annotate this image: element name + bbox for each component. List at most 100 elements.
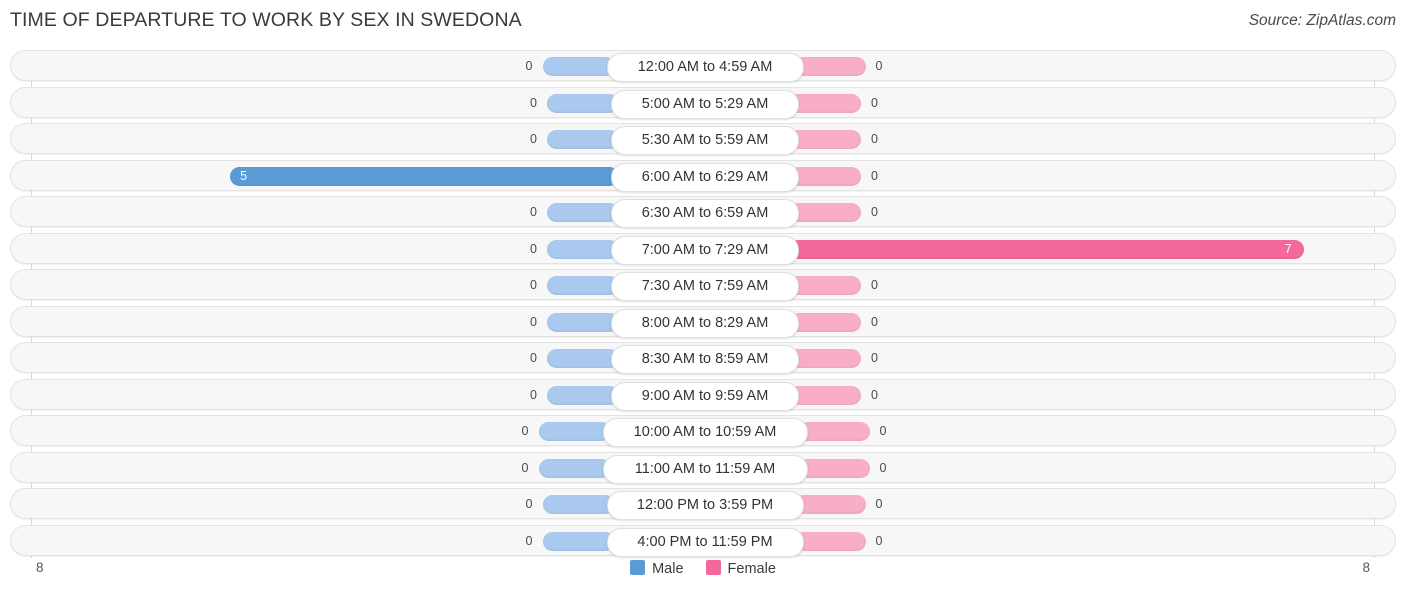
bar-female[interactable] bbox=[793, 495, 866, 515]
bar-female-value: 0 bbox=[871, 168, 878, 183]
category-label: 5:30 AM to 5:59 AM bbox=[611, 126, 799, 156]
table-row[interactable]: 0 0 7:30 AM to 7:59 AM bbox=[10, 269, 1397, 302]
bar-female-value: 0 bbox=[871, 205, 878, 220]
bar-female[interactable] bbox=[789, 93, 861, 113]
bar-female-value: 0 bbox=[875, 59, 883, 73]
bar-female-value: 7 bbox=[1284, 241, 1292, 256]
table-row[interactable]: 0 0 8:00 AM to 8:29 AM bbox=[10, 305, 1397, 338]
bar-female[interactable] bbox=[789, 312, 861, 332]
bar-male-value: 0 bbox=[525, 497, 533, 512]
bar-male-value: 0 bbox=[525, 59, 533, 73]
category-label: 11:00 AM to 11:59 AM bbox=[602, 454, 808, 484]
bar-male[interactable] bbox=[547, 349, 619, 369]
bar-male[interactable] bbox=[542, 57, 615, 76]
bar-male[interactable] bbox=[542, 495, 615, 515]
bar-female-value: 0 bbox=[879, 424, 887, 439]
table-row[interactable]: 0 0 6:30 AM to 6:59 AM bbox=[10, 196, 1397, 229]
bar-male-value: 0 bbox=[530, 387, 537, 402]
legend-label: Male bbox=[652, 560, 684, 577]
row-inner: 0 0 8:30 AM to 8:59 AM bbox=[11, 343, 1397, 375]
chart-header: TIME OF DEPARTURE TO WORK BY SEX IN SWED… bbox=[0, 0, 1406, 46]
row-inner: 0 0 12:00 AM to 4:59 AM bbox=[11, 51, 1397, 82]
bar-male-value: 0 bbox=[521, 424, 529, 439]
bar-female-value: 0 bbox=[871, 387, 878, 402]
category-label: 7:00 AM to 7:29 AM bbox=[611, 235, 799, 265]
bar-male[interactable] bbox=[547, 239, 619, 259]
category-label: 4:00 PM to 11:59 PM bbox=[606, 528, 804, 558]
category-label: 8:30 AM to 8:59 AM bbox=[611, 345, 799, 375]
bar-male[interactable] bbox=[547, 130, 619, 150]
legend-swatch-icon bbox=[705, 560, 721, 575]
chart-plot-area: 0 0 12:00 AM to 4:59 AM 0 0 5:00 AM to 5:29 A… bbox=[0, 46, 1406, 558]
category-label: 5:00 AM to 5:29 AM bbox=[611, 89, 799, 119]
row-inner: 0 0 6:30 AM to 6:59 AM bbox=[11, 197, 1397, 229]
table-row[interactable]: 0 5 6:00 AM to 6:29 AM bbox=[10, 159, 1397, 192]
bar-male-value: 0 bbox=[530, 241, 537, 256]
bar-female[interactable] bbox=[789, 166, 861, 186]
category-label: 8:00 AM to 8:29 AM bbox=[611, 308, 799, 338]
row-inner: 0 0 8:00 AM to 8:29 AM bbox=[11, 307, 1397, 338]
bar-female-value: 0 bbox=[875, 534, 883, 549]
table-row[interactable]: 0 0 12:00 AM to 4:59 AM bbox=[10, 50, 1397, 82]
bar-female[interactable] bbox=[793, 57, 866, 76]
bar-male-value: 0 bbox=[525, 534, 533, 549]
bar-female-value: 0 bbox=[871, 132, 878, 147]
row-inner: 0 0 10:00 AM to 10:59 AM bbox=[11, 416, 1397, 448]
table-row[interactable]: 0 0 4:00 PM to 11:59 PM bbox=[10, 525, 1397, 558]
table-row[interactable]: 0 0 12:00 PM to 3:59 PM bbox=[10, 488, 1397, 521]
legend-item-male[interactable]: Male bbox=[630, 560, 684, 578]
bar-male-value: 0 bbox=[530, 132, 537, 147]
category-label: 10:00 AM to 10:59 AM bbox=[602, 418, 808, 448]
bar-female-value: 0 bbox=[871, 351, 878, 366]
bar-female[interactable] bbox=[789, 385, 861, 405]
bar-female-value: 0 bbox=[879, 460, 887, 475]
table-row[interactable]: 0 0 8:30 AM to 8:59 AM bbox=[10, 342, 1397, 375]
chart-footer: 8 8 Male Female bbox=[0, 554, 1406, 595]
bar-male-value: 5 bbox=[240, 168, 248, 183]
row-inner: 0 0 12:00 PM to 3:59 PM bbox=[11, 489, 1397, 521]
bar-female[interactable]: 7 bbox=[789, 239, 1304, 259]
row-inner: 0 0 4:00 PM to 11:59 PM bbox=[11, 526, 1397, 558]
table-row[interactable]: 0 7 7:00 AM to 7:29 AM bbox=[10, 232, 1397, 265]
bar-female[interactable] bbox=[789, 203, 861, 223]
bar-female[interactable] bbox=[797, 458, 870, 478]
table-row[interactable]: 0 0 9:00 AM to 9:59 AM bbox=[10, 378, 1396, 411]
bar-male[interactable] bbox=[538, 458, 611, 478]
bar-female[interactable] bbox=[789, 349, 861, 369]
table-row[interactable]: 0 0 11:00 AM to 11:59 AM bbox=[10, 451, 1397, 484]
bar-female-value: 0 bbox=[871, 95, 878, 110]
bar-male[interactable] bbox=[538, 422, 611, 442]
bar-male[interactable] bbox=[547, 385, 619, 405]
bar-male-value: 0 bbox=[530, 278, 537, 293]
row-inner: 0 0 11:00 AM to 11:59 AM bbox=[11, 453, 1397, 484]
bar-male[interactable] bbox=[542, 532, 615, 552]
bar-male[interactable] bbox=[547, 203, 619, 223]
table-row[interactable]: 0 0 5:00 AM to 5:29 AM bbox=[10, 86, 1396, 119]
table-row[interactable]: 0 0 10:00 AM to 10:59 AM bbox=[10, 415, 1397, 448]
bar-female-value: 0 bbox=[875, 497, 883, 512]
row-inner: 0 0 7:30 AM to 7:59 AM bbox=[11, 270, 1397, 302]
row-inner: 0 5 6:00 AM to 6:29 AM bbox=[11, 161, 1397, 192]
page-title: TIME OF DEPARTURE TO WORK BY SEX IN SWED… bbox=[10, 9, 522, 31]
row-inner: 0 7 7:00 AM to 7:29 AM bbox=[11, 234, 1397, 265]
bar-male[interactable] bbox=[547, 276, 619, 296]
source-attribution: Source: ZipAtlas.com bbox=[1248, 12, 1396, 29]
bar-female[interactable] bbox=[789, 130, 861, 150]
category-label: 9:00 AM to 9:59 AM bbox=[611, 381, 799, 411]
category-label: 12:00 AM to 4:59 AM bbox=[606, 53, 804, 82]
bar-male[interactable]: 5 bbox=[230, 166, 619, 186]
bar-male[interactable] bbox=[547, 312, 619, 332]
category-label: 12:00 PM to 3:59 PM bbox=[606, 491, 804, 521]
bar-female-value: 0 bbox=[871, 314, 878, 329]
bar-male[interactable] bbox=[547, 93, 619, 113]
bar-male-value: 0 bbox=[530, 351, 537, 366]
bar-female[interactable] bbox=[789, 276, 861, 296]
legend-label: Female bbox=[727, 560, 776, 577]
bar-female[interactable] bbox=[793, 532, 866, 552]
bar-male-value: 0 bbox=[521, 460, 529, 475]
legend-item-female[interactable]: Female bbox=[705, 560, 776, 578]
table-row[interactable]: 0 0 5:30 AM to 5:59 AM bbox=[10, 123, 1396, 156]
bar-female[interactable] bbox=[797, 422, 870, 442]
legend-swatch-icon bbox=[630, 560, 646, 575]
bar-male-value: 0 bbox=[530, 314, 537, 329]
